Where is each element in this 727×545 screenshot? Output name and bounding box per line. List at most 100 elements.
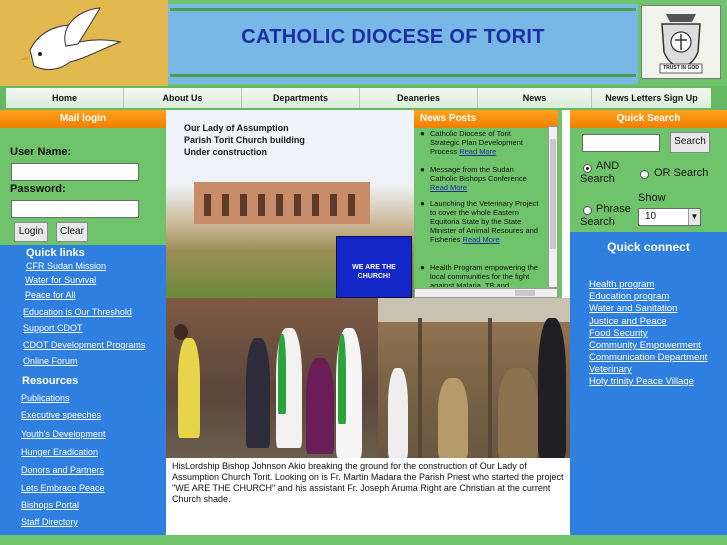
person-figure	[178, 338, 200, 438]
news-horizontal-scrollbar[interactable]	[414, 288, 558, 298]
person-figure	[246, 338, 270, 448]
news-item-text: Health Program empowering the local comm…	[430, 263, 538, 287]
quick-link-cfr-sudan-mission[interactable]: CFR Sudan Mission	[26, 261, 106, 271]
clear-button[interactable]: Clear	[56, 222, 88, 242]
we-are-the-church-banner[interactable]: WE ARE THE CHURCH!	[336, 236, 412, 298]
search-input[interactable]	[582, 134, 660, 152]
mail-login-heading: Mail login	[0, 110, 166, 128]
login-button[interactable]: Login	[14, 222, 48, 242]
church-arch	[312, 194, 319, 216]
connect-health-program[interactable]: Health program	[589, 279, 654, 290]
post	[418, 318, 422, 458]
church-arch	[330, 194, 337, 216]
connect-justice-peace[interactable]: Justice and Peace	[589, 316, 667, 327]
connect-veterinary[interactable]: Veterinary	[589, 364, 632, 375]
news-posts-heading: News Posts	[414, 110, 558, 128]
church-arch	[276, 194, 283, 216]
resource-youths-development[interactable]: Youth's Development	[21, 429, 105, 439]
person-figure	[538, 318, 566, 458]
news-item: Launching the Veterinary Project to cove…	[430, 199, 542, 244]
read-more-link[interactable]: Read More	[463, 235, 500, 244]
connect-community-empowerment[interactable]: Community Empowerment	[589, 340, 701, 351]
connect-holy-trinity[interactable]: Holy trinity Peace Village	[589, 376, 694, 387]
or-search-radio[interactable]	[640, 170, 649, 179]
scroll-thumb[interactable]	[550, 139, 556, 249]
church-caption: Our Lady of Assumption Parish Torit Chur…	[184, 122, 305, 158]
resource-lets-embrace-peace[interactable]: Lets Embrace Peace	[21, 483, 105, 493]
quick-links-panel: Quick links CFR Sudan Mission Water for …	[0, 245, 166, 545]
main-content: Our Lady of Assumption Parish Torit Chur…	[166, 110, 570, 535]
nav-about-us[interactable]: About Us	[124, 88, 242, 108]
connect-water-sanitation[interactable]: Water and Sanitation	[589, 303, 677, 314]
person-head	[174, 324, 188, 340]
news-vertical-scrollbar[interactable]	[548, 126, 558, 288]
password-input[interactable]	[11, 200, 139, 218]
quick-search-panel: Quick Search Search AND Search OR Search…	[570, 110, 727, 232]
read-more-link[interactable]: Read More	[430, 183, 467, 192]
show-label: Show	[638, 192, 666, 204]
nav-newsletter-signup[interactable]: News Letters Sign Up	[592, 88, 711, 108]
nav-deaneries[interactable]: Deaneries	[360, 88, 478, 108]
quick-link-water-for-survival[interactable]: Water for Survival	[25, 275, 96, 285]
and-search-label: AND Search	[580, 160, 620, 185]
church-arch	[204, 194, 211, 216]
search-button[interactable]: Search	[670, 132, 710, 153]
roof	[378, 298, 570, 322]
nav-departments[interactable]: Departments	[242, 88, 360, 108]
quick-link-education[interactable]: Education is Our Threshold	[23, 307, 132, 317]
footer-bar	[0, 535, 727, 545]
banner-line: WE ARE THE	[352, 264, 396, 271]
decorative-stripe	[170, 74, 636, 77]
read-more-link[interactable]: Read More	[459, 147, 496, 156]
quick-link-cdot-programs[interactable]: CDOT Development Programs	[23, 340, 145, 350]
resource-staff-directory[interactable]: Staff Directory	[21, 517, 78, 527]
site-header: CATHOLIC DIOCESE OF TORIT TRUST IN GOD	[0, 0, 727, 86]
resource-bishops-portal[interactable]: Bishops Portal	[21, 500, 79, 510]
show-select[interactable]: 10 ▼	[638, 208, 701, 226]
church-arch	[294, 194, 301, 216]
bullet-icon: ●	[420, 199, 425, 208]
nav-home[interactable]: Home	[6, 88, 124, 108]
password-label: Password:	[10, 183, 66, 195]
or-search-label: OR Search	[654, 167, 709, 179]
news-posts-panel: News Posts ● Catholic Diocese of Torit S…	[414, 110, 562, 298]
dove-logo	[0, 0, 168, 86]
page: CATHOLIC DIOCESE OF TORIT TRUST IN GOD H…	[0, 0, 727, 545]
connect-education-program[interactable]: Education program	[589, 291, 669, 302]
quick-links-heading: Quick links	[26, 247, 85, 259]
bullet-icon: ●	[420, 165, 425, 174]
news-item: Health Program empowering the local comm…	[430, 263, 542, 287]
church-arch	[240, 194, 247, 216]
crest-motto: TRUST IN GOD	[663, 65, 699, 71]
quick-link-peace-for-all[interactable]: Peace for All	[25, 290, 76, 300]
chevron-down-icon: ▼	[688, 209, 700, 225]
quick-link-support-cdot[interactable]: Support CDOT	[23, 323, 83, 333]
person-figure	[388, 368, 408, 458]
resource-donors-partners[interactable]: Donors and Partners	[21, 465, 104, 475]
quick-link-online-forum[interactable]: Online Forum	[23, 356, 78, 366]
connect-communication-department[interactable]: Communication Department	[589, 352, 707, 363]
main-nav: Home About Us Departments Deaneries News…	[0, 86, 727, 110]
resource-publications[interactable]: Publications	[21, 393, 70, 403]
crowd	[438, 378, 468, 458]
church-caption-line: Under construction	[184, 147, 268, 157]
site-title: CATHOLIC DIOCESE OF TORIT	[241, 26, 545, 48]
phrase-search-label: Phrase Search	[580, 203, 631, 228]
scroll-thumb[interactable]	[515, 290, 535, 296]
bishop-figure	[306, 358, 334, 454]
quick-search-heading: Quick Search	[570, 110, 727, 128]
news-item: Catholic Diocese of Torit Strategic Plan…	[430, 129, 542, 156]
banner-text: WE ARE THE CHURCH!	[337, 263, 411, 281]
resource-executive-speeches[interactable]: Executive speeches	[21, 410, 101, 420]
username-input[interactable]	[11, 163, 139, 181]
church-arch	[222, 194, 229, 216]
bullet-icon: ●	[420, 129, 425, 138]
nav-bar: Home About Us Departments Deaneries News…	[6, 88, 711, 108]
mail-login-panel: Mail login User Name: Password: Login Cl…	[0, 110, 166, 245]
nav-news[interactable]: News	[478, 88, 592, 108]
connect-food-security[interactable]: Food Security	[589, 328, 648, 339]
resource-hunger-eradication[interactable]: Hunger Eradication	[21, 447, 98, 457]
resources-heading: Resources	[22, 375, 79, 387]
news-item: Message from the Sudan Catholic Bishops …	[430, 165, 542, 192]
church-arch	[348, 194, 355, 216]
